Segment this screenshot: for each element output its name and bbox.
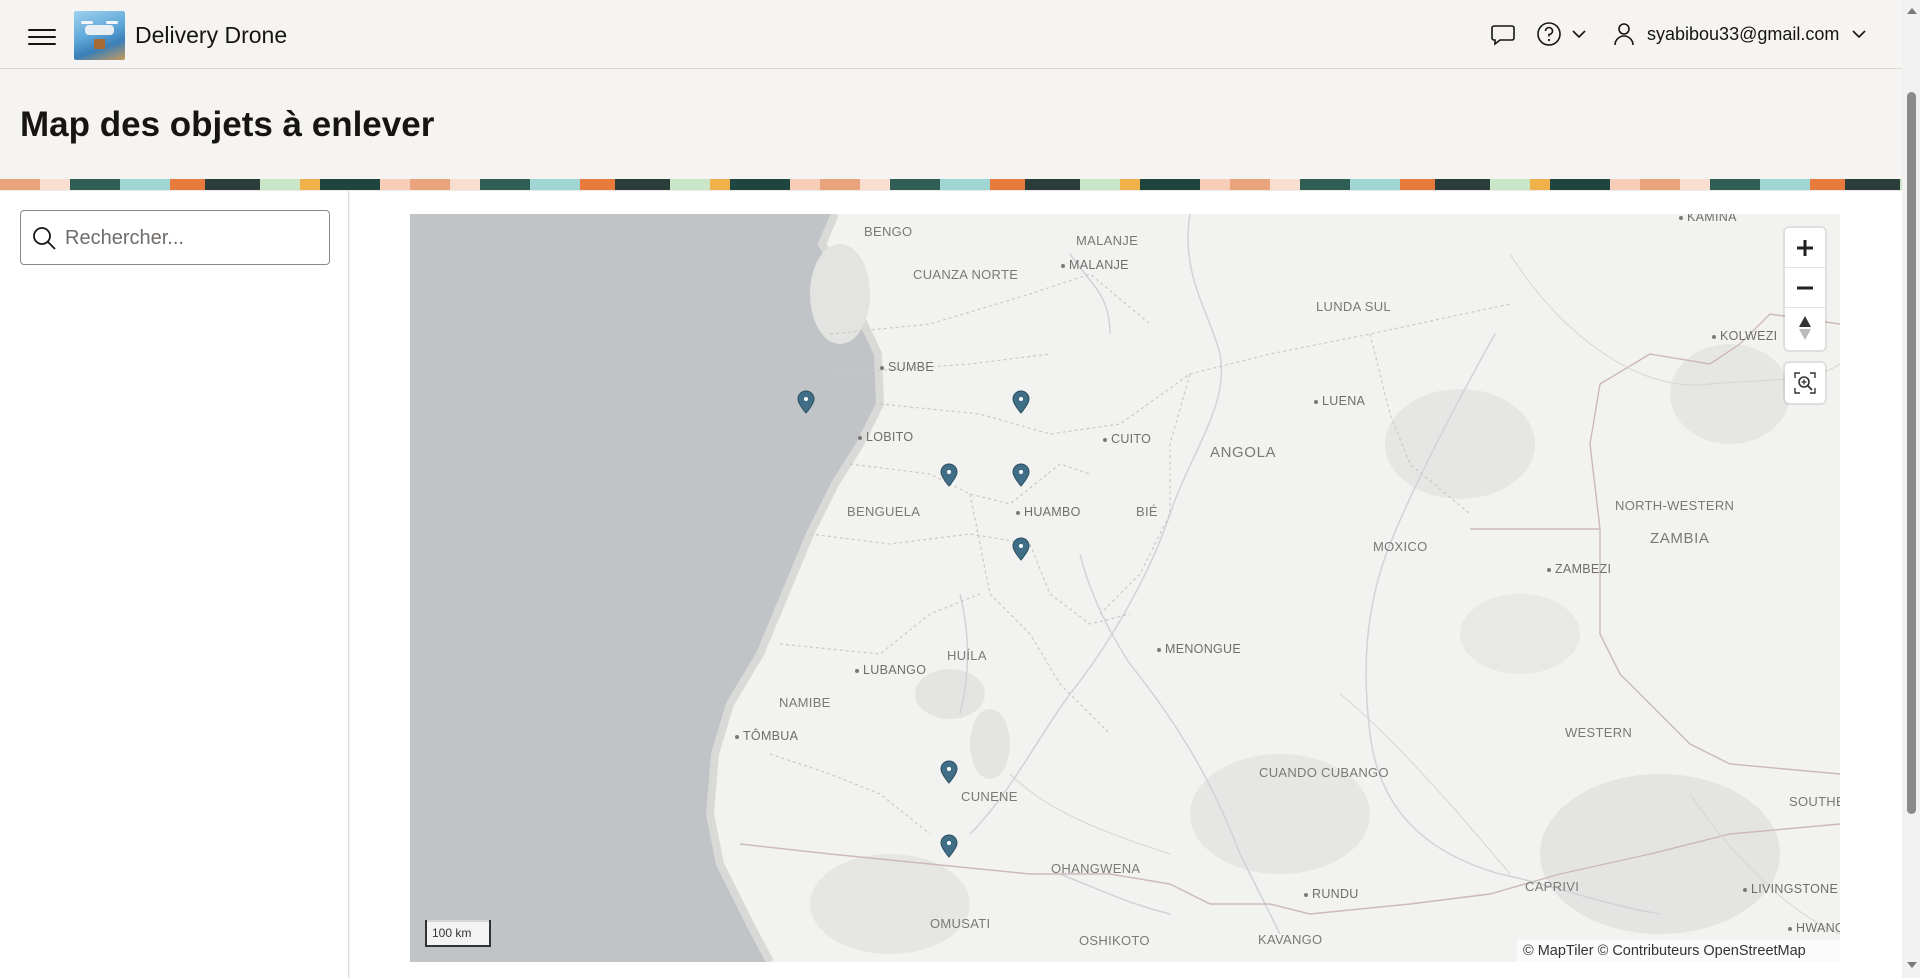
map-label: KOLWEZI: [1712, 329, 1777, 343]
map-label: MOXICO: [1373, 539, 1428, 554]
map-label: MENONGUE: [1157, 642, 1241, 656]
map-label: BENGO: [864, 224, 913, 239]
minus-icon: [1797, 286, 1813, 289]
map-basemap: [410, 214, 1840, 962]
map-label: HUAMBO: [1016, 505, 1081, 519]
page-scrollbar[interactable]: [1902, 0, 1920, 978]
help-icon[interactable]: [1536, 21, 1562, 47]
map-label: TÔMBUA: [735, 729, 798, 743]
map-label: WESTERN: [1565, 725, 1633, 740]
zoom-to-extent-button[interactable]: [1785, 363, 1825, 403]
map-label: SOUTHE: [1789, 794, 1840, 809]
map-label: MALANJE: [1061, 258, 1129, 272]
map-marker-icon[interactable]: [1012, 390, 1030, 414]
map-label: CUITO: [1103, 432, 1151, 446]
zoom-out-button[interactable]: [1785, 268, 1825, 308]
map-label: OHANGWENA: [1051, 861, 1141, 876]
map-label: NORTH-WESTERN: [1615, 498, 1735, 513]
map-label: BENGUELA: [847, 504, 921, 519]
map-label: HWANG: [1788, 921, 1840, 935]
search-field[interactable]: [20, 210, 330, 265]
scroll-down-arrow[interactable]: [1907, 962, 1917, 968]
app-title[interactable]: Delivery Drone: [135, 22, 287, 49]
map-label: CUANZA NORTE: [913, 267, 1019, 282]
map-label: OMUSATI: [930, 916, 991, 931]
compass-icon: [1799, 316, 1811, 340]
app-logo[interactable]: [74, 11, 125, 60]
map-view[interactable]: BENGO MALANJE MALANJE CUANZA NORTE LUNDA…: [410, 214, 1840, 962]
map-label: KAVANGO: [1258, 932, 1323, 947]
search-input[interactable]: [65, 221, 320, 255]
map-label: ZAMBIA: [1650, 530, 1710, 547]
map-marker-icon[interactable]: [940, 760, 958, 784]
map-label: CAPRIVI: [1525, 879, 1580, 894]
chevron-down-icon[interactable]: [1851, 29, 1867, 39]
plus-icon: [1797, 239, 1813, 256]
map-label: KAMINA: [1679, 214, 1737, 224]
map-attribution[interactable]: © MapTiler © Contributeurs OpenStreetMap: [1517, 940, 1840, 962]
map-marker-icon[interactable]: [797, 390, 815, 414]
map-label: SUMBE: [880, 360, 934, 374]
map-zoom-controls: [1785, 228, 1825, 350]
menu-icon[interactable]: [28, 24, 56, 46]
map-label: OSHIKOTO: [1079, 933, 1150, 948]
map-marker-icon[interactable]: [1012, 463, 1030, 487]
scroll-up-arrow[interactable]: [1907, 8, 1917, 14]
map-marker-icon[interactable]: [1012, 537, 1030, 561]
user-email[interactable]: syabibou33@gmail.com: [1647, 24, 1839, 45]
map-label: LUENA: [1314, 394, 1365, 408]
map-label: HUÍLA: [947, 648, 987, 663]
map-label: CUANDO CUBANGO: [1259, 765, 1389, 780]
app-header: Delivery Drone syabibou33@gmail.com: [0, 0, 1902, 69]
search-icon: [33, 227, 56, 250]
map-label: CUNENE: [961, 789, 1018, 804]
left-sidebar: [0, 191, 349, 978]
map-label: MALANJE: [1076, 233, 1139, 248]
compass-button[interactable]: [1785, 308, 1825, 348]
map-label: ANGOLA: [1210, 444, 1277, 461]
map-marker-icon[interactable]: [940, 834, 958, 858]
zoom-in-button[interactable]: [1785, 228, 1825, 268]
user-icon[interactable]: [1613, 22, 1635, 46]
map-label: ZAMBEZI: [1547, 562, 1611, 576]
decorative-banner: [0, 179, 1902, 190]
map-label: NAMIBE: [779, 695, 831, 710]
chevron-down-icon[interactable]: [1571, 29, 1587, 39]
map-label: LOBITO: [858, 430, 913, 444]
map-label: LIVINGSTONE: [1743, 882, 1838, 896]
map-label: BIÉ: [1136, 504, 1158, 519]
map-label: RUNDU: [1304, 887, 1359, 901]
zoom-extent-icon: [1794, 372, 1816, 394]
scroll-thumb[interactable]: [1907, 92, 1916, 814]
map-label: LUBANGO: [855, 663, 926, 677]
chat-icon[interactable]: [1490, 24, 1516, 46]
map-marker-icon[interactable]: [940, 463, 958, 487]
map-label: LUNDA SUL: [1316, 299, 1391, 314]
page-title: Map des objets à enlever: [20, 105, 435, 144]
scale-bar: 100 km: [425, 920, 491, 947]
